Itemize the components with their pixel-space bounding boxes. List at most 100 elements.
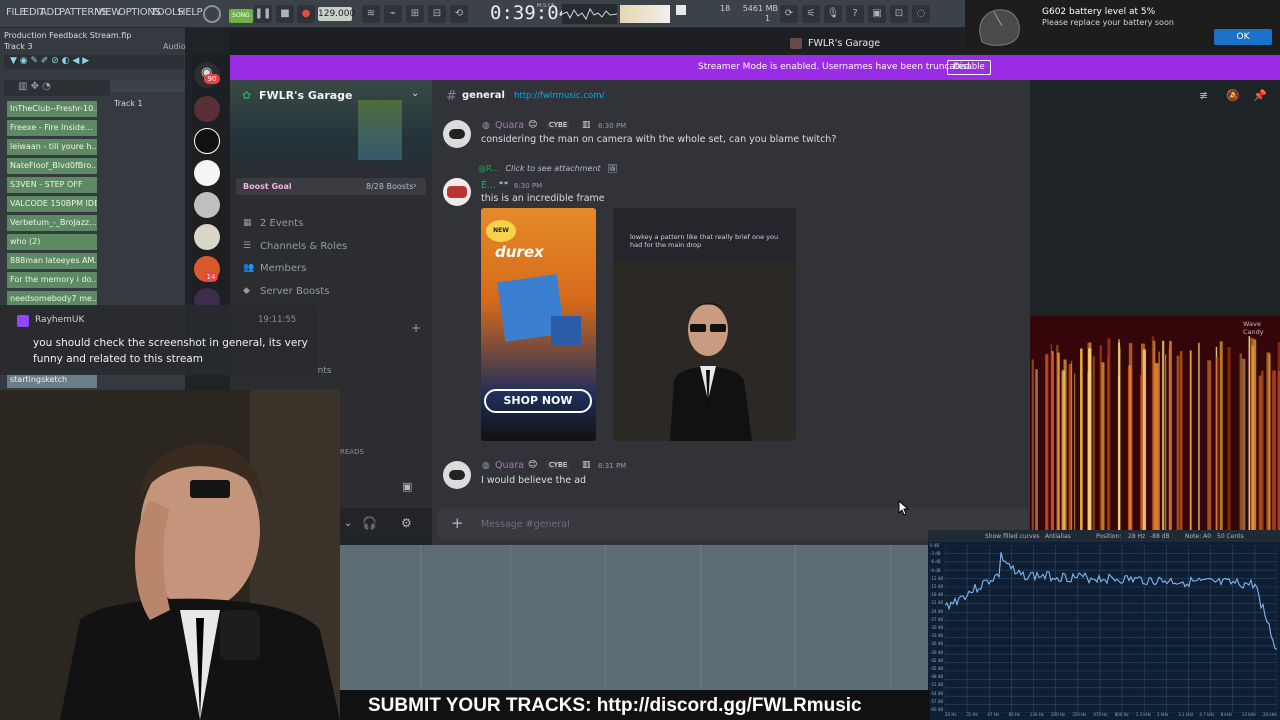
polyphony-readout: 1 xyxy=(765,14,771,23)
sidebar-item-channels[interactable]: Channels & Roles xyxy=(260,241,347,252)
server-name[interactable]: FWLR's Garage xyxy=(259,89,353,102)
spectrogram-streak xyxy=(1258,375,1262,530)
menu-help[interactable]: HELP xyxy=(178,7,203,18)
browser-item[interactable]: who (2) xyxy=(7,234,97,250)
master-pitch-slider[interactable] xyxy=(620,5,670,23)
calendar-icon: ▦ xyxy=(243,218,252,228)
mouse-icon xyxy=(979,9,1020,46)
server-icon[interactable] xyxy=(194,96,220,122)
frequency-label: 8 kHz xyxy=(1220,712,1232,717)
plugin-icon[interactable]: ⊡ xyxy=(890,5,908,23)
product-box-small xyxy=(551,316,581,346)
spectrogram-streak xyxy=(1140,374,1142,530)
sidebar-item-members[interactable]: Members xyxy=(260,263,306,274)
channel-hash-icon: # xyxy=(446,89,457,104)
browser-item[interactable]: S3VEN - STEP OFF xyxy=(7,177,97,193)
db-label: -6 dB xyxy=(930,559,941,565)
spectrogram xyxy=(1030,316,1280,530)
notification-bell-icon[interactable]: 🔕 xyxy=(1226,89,1240,103)
countdown-icon[interactable]: ⊞ xyxy=(406,5,424,23)
banner-art xyxy=(358,100,402,160)
master-volume-knob[interactable] xyxy=(203,5,221,23)
metronome-icon[interactable]: ≋ xyxy=(362,5,380,23)
disable-streamer-mode-button[interactable]: Disable xyxy=(947,60,991,75)
oscilloscope-wave xyxy=(561,7,618,21)
db-label: -15 dB xyxy=(930,584,944,589)
server-icon[interactable] xyxy=(194,224,220,250)
notification-ok-button[interactable]: OK xyxy=(1214,29,1272,45)
message-author[interactable]: É... xyxy=(481,180,496,191)
notification-body: Please replace your battery soon xyxy=(1042,18,1174,27)
refresh-icon[interactable]: ⟳ xyxy=(780,5,798,23)
step-edit-icon[interactable]: ⊟ xyxy=(428,5,446,23)
save-icon[interactable]: ▣ xyxy=(868,5,886,23)
add-attachment-icon[interactable]: + xyxy=(451,514,464,532)
db-label: -51 dB xyxy=(930,682,944,688)
db-label: -30 dB xyxy=(930,625,944,630)
browser-item[interactable]: 888man lateeyes AM... xyxy=(7,253,97,269)
reply-preview[interactable]: @R... Click to see attachment 🖼 xyxy=(478,164,617,173)
toolbar-value: -88 dB xyxy=(1150,533,1170,540)
pin-icon[interactable]: 📌 xyxy=(1253,89,1267,103)
sidebar-item-boosts[interactable]: Server Boosts xyxy=(260,286,329,297)
browser-item[interactable]: leiwaan - till youre h... xyxy=(7,139,97,155)
browser-item[interactable]: Freexe - Fire Inside... xyxy=(7,120,97,136)
avatar[interactable] xyxy=(443,120,471,148)
boost-count: 8/28 Boosts xyxy=(366,182,414,191)
server-tag: CYBE xyxy=(547,121,570,129)
chevron-down-icon[interactable]: ⌄ xyxy=(344,518,352,529)
headphones-icon[interactable]: 🎧 xyxy=(362,516,377,530)
channel-topic-link[interactable]: http://fwlrmusic.com/ xyxy=(514,91,604,101)
toolbar-value: 28 Hz xyxy=(1128,533,1146,540)
screen-share-icon[interactable]: ▣ xyxy=(402,480,412,493)
avatar[interactable] xyxy=(443,178,471,206)
server-icon[interactable] xyxy=(194,192,220,218)
spectrogram-streak xyxy=(1099,345,1102,530)
webcam-person xyxy=(0,390,340,720)
browser-item[interactable]: NateFloof_Blvd0fBro... xyxy=(7,158,97,174)
browser-view-icon[interactable]: ▥ ✥ ◔ xyxy=(18,81,51,92)
server-icon[interactable] xyxy=(194,160,220,186)
spectrogram-streak xyxy=(1142,349,1147,530)
toolbar-option[interactable]: Show filled curves xyxy=(985,533,1040,540)
add-channel-icon[interactable]: + xyxy=(411,321,421,335)
microphone-icon[interactable]: 🎙 xyxy=(824,5,842,23)
message-input[interactable]: Message #general xyxy=(481,519,570,530)
message-author[interactable]: Quara xyxy=(495,120,524,131)
sidebar-item-events[interactable]: 2 Events xyxy=(260,218,303,229)
message-text: I would believe the ad xyxy=(481,475,587,486)
browser-item[interactable]: InTheClub--Freshr-10... xyxy=(7,101,97,117)
browser-item[interactable]: VALCODE 150BPM IDB... xyxy=(7,196,97,212)
ad-new-badge: NEW xyxy=(486,220,516,242)
server-icon-fwlr[interactable] xyxy=(194,128,220,154)
playlist-grid[interactable] xyxy=(340,545,930,695)
spectrogram-streak xyxy=(1242,358,1246,530)
settings-gear-icon[interactable]: ⚙ xyxy=(401,516,412,530)
avatar[interactable] xyxy=(443,461,471,489)
db-label: -45 dB xyxy=(930,666,944,671)
db-label: -12 dB xyxy=(930,575,944,581)
browser-tool-icon[interactable]: ▼ ◉ ✎ ✐ ⊘ ◐ ◀ ▶ xyxy=(10,56,89,66)
stop-button[interactable]: ■ xyxy=(276,5,294,23)
help-icon[interactable]: ? xyxy=(846,5,864,23)
notification-count-badge: 14 xyxy=(204,272,218,282)
message-author[interactable]: Quara xyxy=(495,460,524,471)
tempo-display[interactable]: 129.000 xyxy=(318,7,355,21)
loop-record-icon[interactable]: ⟲ xyxy=(450,5,468,23)
toolbar-option[interactable]: Antialias xyxy=(1045,533,1071,540)
browser-item[interactable]: Verbetum_-_BroJazz... xyxy=(7,215,97,231)
verified-icon: ✿ xyxy=(242,89,252,102)
mixer-icon[interactable]: ⚟ xyxy=(802,5,820,23)
submit-tracks-text: SUBMIT YOUR TRACKS: http://discord.gg/FW… xyxy=(368,695,862,716)
song-mode-toggle[interactable]: SONG xyxy=(229,9,253,23)
record-button[interactable]: ● xyxy=(297,5,315,23)
chevron-down-icon[interactable]: ⌄ xyxy=(411,88,419,99)
pause-button[interactable]: ❚❚ xyxy=(254,5,272,23)
browser-item[interactable]: For the memory i do... xyxy=(7,272,97,288)
db-label: -9 dB xyxy=(930,567,941,573)
fl-toolbar: FILE EDIT ADD PATTERNS VIEW OPTIONS TOOL… xyxy=(0,0,965,28)
wait-input-icon[interactable]: ⌁ xyxy=(384,5,402,23)
threads-icon[interactable]: ≢ xyxy=(1199,89,1213,103)
grid-line xyxy=(795,545,796,695)
chat-icon[interactable]: ◌ xyxy=(912,5,930,23)
